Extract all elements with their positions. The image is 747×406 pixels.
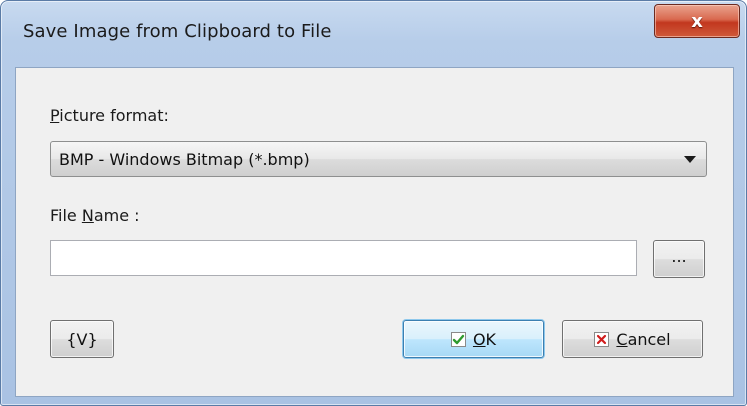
chevron-down-icon[interactable] (684, 156, 696, 163)
browse-button-label: ... (671, 246, 687, 266)
file-name-input[interactable] (50, 240, 637, 276)
title-bar[interactable]: Save Image from Clipboard to File x (1, 1, 746, 67)
close-button[interactable]: x (654, 4, 740, 38)
picture-format-label: Picture format: (50, 106, 169, 125)
variables-button-label: {V} (66, 329, 98, 349)
window-title: Save Image from Clipboard to File (23, 21, 332, 42)
ok-button[interactable]: OK (403, 320, 544, 358)
file-name-label: File Name : (50, 206, 140, 225)
cancel-button-label: Cancel (616, 329, 671, 349)
close-icon: x (691, 10, 703, 32)
dialog-body: Picture format: BMP - Windows Bitmap (*.… (15, 67, 734, 397)
cancel-button[interactable]: Cancel (562, 320, 703, 358)
check-icon (450, 331, 466, 347)
browse-button[interactable]: ... (653, 240, 705, 278)
picture-format-select[interactable]: BMP - Windows Bitmap (*.bmp) (50, 141, 707, 177)
ok-button-label: OK (472, 329, 497, 349)
cross-icon (594, 331, 610, 347)
variables-button[interactable]: {V} (50, 320, 114, 358)
dialog-window: Save Image from Clipboard to File x Pict… (0, 0, 747, 406)
picture-format-value: BMP - Windows Bitmap (*.bmp) (59, 150, 310, 169)
